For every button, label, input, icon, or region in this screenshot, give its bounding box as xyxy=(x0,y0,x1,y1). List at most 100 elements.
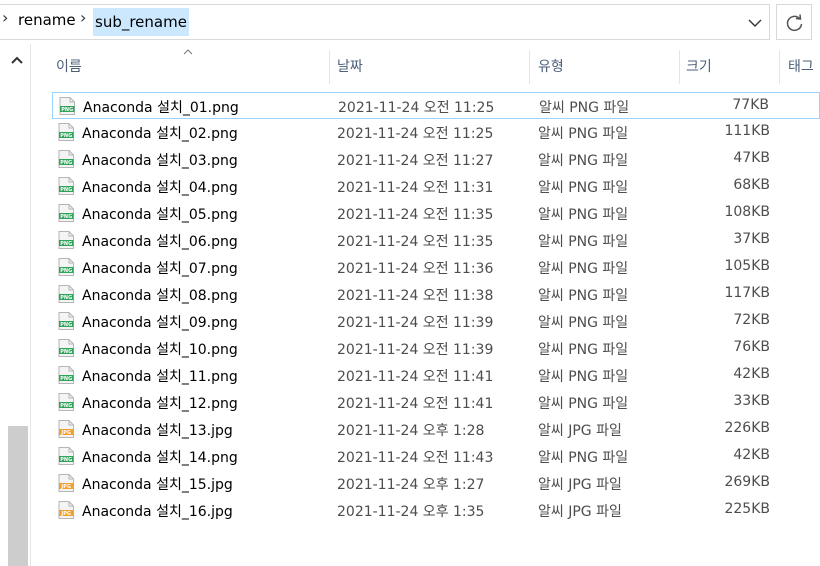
file-name: Anaconda 설치_07.png xyxy=(82,261,238,277)
file-row[interactable]: JPG Anaconda 설치_16.jpg 2021-11-24 오후 1:35 알… xyxy=(52,497,820,524)
png-file-icon: PNG xyxy=(58,447,74,465)
file-date: 2021-11-24 오전 11:27 xyxy=(337,153,494,169)
column-divider[interactable] xyxy=(679,50,680,84)
png-file-icon: PNG xyxy=(58,177,74,195)
file-date: 2021-11-24 오후 1:27 xyxy=(337,477,485,493)
column-header-date[interactable]: 날짜 xyxy=(337,50,363,84)
file-size: 42KB xyxy=(733,447,770,463)
file-date: 2021-11-24 오전 11:36 xyxy=(337,261,494,277)
png-file-icon: PNG xyxy=(58,339,74,357)
breadcrumb-chevron-icon[interactable]: › xyxy=(80,8,86,27)
file-size: 33KB xyxy=(733,393,770,409)
file-row[interactable]: PNG Anaconda 설치_06.png 2021-11-24 오전 11:35… xyxy=(52,227,820,254)
file-name: Anaconda 설치_15.jpg xyxy=(82,477,233,493)
file-row[interactable]: PNG Anaconda 설치_09.png 2021-11-24 오전 11:39… xyxy=(52,308,820,335)
file-type: 알씨 PNG 파일 xyxy=(538,153,629,169)
file-size: 68KB xyxy=(733,177,770,193)
file-row[interactable]: PNG Anaconda 설치_01.png 2021-11-24 오전 11:25… xyxy=(52,92,820,119)
png-file-icon: PNG xyxy=(59,97,75,115)
png-file-icon: PNG xyxy=(58,312,74,330)
scroll-up-arrow-icon[interactable] xyxy=(11,56,23,64)
svg-text:JPG: JPG xyxy=(60,484,71,490)
file-row[interactable]: JPG Anaconda 설치_13.jpg 2021-11-24 오후 1:28 알… xyxy=(52,416,820,443)
breadcrumb-chevron-icon[interactable]: › xyxy=(2,8,8,27)
png-file-icon: PNG xyxy=(58,393,74,411)
file-row[interactable]: JPG Anaconda 설치_15.jpg 2021-11-24 오후 1:27 알… xyxy=(52,470,820,497)
svg-text:JPG: JPG xyxy=(60,511,71,517)
png-file-icon: PNG xyxy=(58,366,74,384)
svg-text:PNG: PNG xyxy=(60,295,72,301)
svg-text:PNG: PNG xyxy=(60,322,72,328)
refresh-icon xyxy=(786,14,803,32)
file-row[interactable]: PNG Anaconda 설치_04.png 2021-11-24 오전 11:31… xyxy=(52,173,820,200)
svg-text:PNG: PNG xyxy=(60,187,72,193)
file-date: 2021-11-24 오후 1:35 xyxy=(337,504,485,520)
file-date: 2021-11-24 오전 11:43 xyxy=(337,450,494,466)
png-file-icon: PNG xyxy=(58,150,74,168)
file-row[interactable]: PNG Anaconda 설치_05.png 2021-11-24 오전 11:35… xyxy=(52,200,820,227)
file-type: 알씨 PNG 파일 xyxy=(538,126,629,142)
file-row[interactable]: PNG Anaconda 설치_10.png 2021-11-24 오전 11:39… xyxy=(52,335,820,362)
png-file-icon: PNG xyxy=(58,285,74,303)
column-header-tags[interactable]: 태그 xyxy=(788,50,814,84)
file-row[interactable]: PNG Anaconda 설치_12.png 2021-11-24 오전 11:41… xyxy=(52,389,820,416)
file-name: Anaconda 설치_09.png xyxy=(82,315,238,331)
file-row[interactable]: PNG Anaconda 설치_02.png 2021-11-24 오전 11:25… xyxy=(52,119,820,146)
navigation-pane-scrollbar[interactable] xyxy=(0,44,31,566)
file-type: 알씨 PNG 파일 xyxy=(538,288,629,304)
svg-text:PNG: PNG xyxy=(60,457,72,463)
column-header-type[interactable]: 유형 xyxy=(538,50,564,84)
file-name: Anaconda 설치_12.png xyxy=(82,396,238,412)
refresh-button[interactable] xyxy=(776,4,812,40)
file-date: 2021-11-24 오후 1:28 xyxy=(337,423,485,439)
file-row[interactable]: PNG Anaconda 설치_14.png 2021-11-24 오전 11:43… xyxy=(52,443,820,470)
column-divider[interactable] xyxy=(779,50,780,84)
column-header-size[interactable]: 크기 xyxy=(686,50,712,84)
file-type: 알씨 JPG 파일 xyxy=(538,504,622,520)
svg-text:PNG: PNG xyxy=(60,349,72,355)
file-size: 226KB xyxy=(724,420,770,436)
file-name: Anaconda 설치_03.png xyxy=(82,153,238,169)
file-date: 2021-11-24 오전 11:31 xyxy=(337,180,494,196)
file-type: 알씨 PNG 파일 xyxy=(538,261,629,277)
png-file-icon: PNG xyxy=(58,258,74,276)
breadcrumb-rename[interactable]: rename xyxy=(18,11,76,29)
breadcrumb-sub-rename[interactable]: sub_rename xyxy=(93,8,189,36)
file-type: 알씨 PNG 파일 xyxy=(538,180,629,196)
file-name: Anaconda 설치_04.png xyxy=(82,180,238,196)
file-type: 알씨 PNG 파일 xyxy=(538,234,629,250)
file-type: 알씨 PNG 파일 xyxy=(538,207,629,223)
file-row[interactable]: PNG Anaconda 설치_08.png 2021-11-24 오전 11:38… xyxy=(52,281,820,308)
file-size: 47KB xyxy=(733,150,770,166)
jpg-file-icon: JPG xyxy=(58,420,74,438)
file-size: 108KB xyxy=(724,204,770,220)
file-date: 2021-11-24 오전 11:39 xyxy=(337,315,494,331)
svg-text:PNG: PNG xyxy=(60,268,72,274)
address-bar: › rename › sub_rename xyxy=(0,0,820,44)
file-name: Anaconda 설치_14.png xyxy=(82,450,238,466)
file-type: 알씨 PNG 파일 xyxy=(538,369,629,385)
file-row[interactable]: PNG Anaconda 설치_03.png 2021-11-24 오전 11:27… xyxy=(52,146,820,173)
file-type: 알씨 PNG 파일 xyxy=(538,342,629,358)
file-name: Anaconda 설치_11.png xyxy=(82,369,238,385)
svg-text:PNG: PNG xyxy=(61,107,73,113)
file-date: 2021-11-24 오전 11:25 xyxy=(337,126,494,142)
address-dropdown-chevron-down-icon[interactable] xyxy=(745,10,765,34)
scrollbar-thumb[interactable] xyxy=(8,426,28,566)
file-size: 117KB xyxy=(724,285,770,301)
file-date: 2021-11-24 오전 11:41 xyxy=(337,369,494,385)
file-size: 77KB xyxy=(732,97,769,113)
file-size: 225KB xyxy=(724,501,770,517)
png-file-icon: PNG xyxy=(58,231,74,249)
file-date: 2021-11-24 오전 11:25 xyxy=(338,100,495,116)
column-divider[interactable] xyxy=(329,50,330,84)
file-row[interactable]: PNG Anaconda 설치_07.png 2021-11-24 오전 11:36… xyxy=(52,254,820,281)
file-size: 269KB xyxy=(724,474,770,490)
file-size: 42KB xyxy=(733,366,770,382)
svg-text:PNG: PNG xyxy=(60,403,72,409)
file-name: Anaconda 설치_08.png xyxy=(82,288,238,304)
column-divider[interactable] xyxy=(529,50,530,84)
svg-text:PNG: PNG xyxy=(60,376,72,382)
file-row[interactable]: PNG Anaconda 설치_11.png 2021-11-24 오전 11:41… xyxy=(52,362,820,389)
column-header-name[interactable]: 이름 xyxy=(56,50,82,84)
